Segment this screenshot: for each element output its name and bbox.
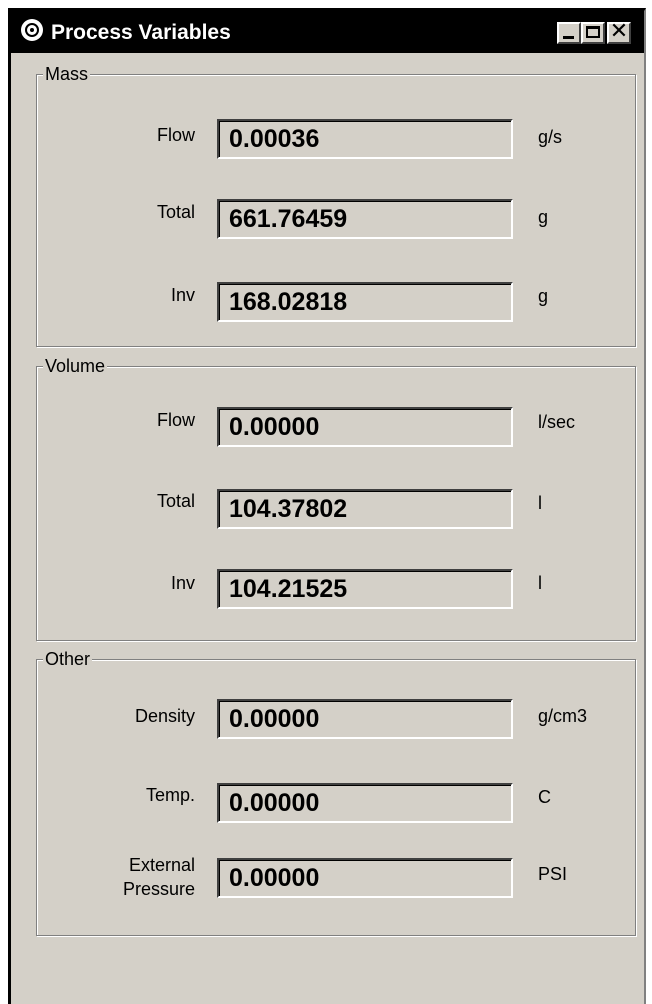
- density-value[interactable]: 0.00000: [217, 699, 513, 739]
- maximize-button[interactable]: [581, 22, 605, 44]
- mass-total-label: Total: [156, 202, 195, 222]
- other-group-title: Other: [43, 649, 93, 669]
- mass-inv-label: Inv: [170, 285, 195, 305]
- app-logo-icon[interactable]: [21, 19, 43, 41]
- mass-total-unit: g: [538, 207, 549, 227]
- minimize-icon: [563, 36, 574, 39]
- mass-group-title: Mass: [43, 64, 91, 84]
- density-unit: g/cm3: [538, 706, 588, 726]
- mass-flow-unit: g/s: [538, 127, 563, 147]
- process-variables-window: Process Variables ✕ Mass Flow 0.00036 g/…: [8, 8, 646, 1004]
- mass-total-value[interactable]: 661.76459: [217, 199, 513, 239]
- volume-flow-value[interactable]: 0.00000: [217, 407, 513, 447]
- mass-inv-unit: g: [538, 286, 549, 306]
- volume-total-label: Total: [156, 491, 195, 511]
- maximize-icon: [586, 26, 600, 38]
- volume-flow-label: Flow: [156, 410, 195, 430]
- mass-group: Mass Flow 0.00036 g/s Total 661.76459 g …: [36, 64, 636, 347]
- volume-group-title: Volume: [43, 356, 108, 376]
- title-bar[interactable]: Process Variables ✕: [11, 11, 644, 53]
- temp-unit: C: [538, 787, 551, 807]
- temp-label: Temp.: [145, 785, 195, 805]
- external-pressure-label-line1: External: [128, 855, 195, 875]
- volume-flow-unit: l/sec: [538, 412, 576, 432]
- minimize-button[interactable]: [557, 22, 581, 44]
- external-pressure-value[interactable]: 0.00000: [217, 858, 513, 898]
- volume-group: Volume Flow 0.00000 l/sec Total 104.3780…: [36, 356, 636, 641]
- volume-total-value[interactable]: 104.37802: [217, 489, 513, 529]
- density-label: Density: [134, 706, 195, 726]
- other-group: Other Density 0.00000 g/cm3 Temp. 0.0000…: [36, 649, 636, 936]
- close-icon: ✕: [609, 19, 629, 44]
- volume-inv-value[interactable]: 104.21525: [217, 569, 513, 609]
- external-pressure-label-line2: Pressure: [122, 879, 195, 899]
- mass-flow-label: Flow: [156, 125, 195, 145]
- mass-inv-value[interactable]: 168.02818: [217, 282, 513, 322]
- volume-total-unit: l: [538, 493, 542, 513]
- volume-inv-label: Inv: [170, 573, 195, 593]
- volume-inv-unit: l: [538, 573, 542, 593]
- close-button[interactable]: ✕: [607, 19, 631, 44]
- temp-value[interactable]: 0.00000: [217, 783, 513, 823]
- external-pressure-label: External Pressure: [123, 853, 195, 901]
- external-pressure-unit: PSI: [538, 864, 568, 884]
- mass-flow-value[interactable]: 0.00036: [217, 119, 513, 159]
- window-title: Process Variables: [51, 21, 231, 44]
